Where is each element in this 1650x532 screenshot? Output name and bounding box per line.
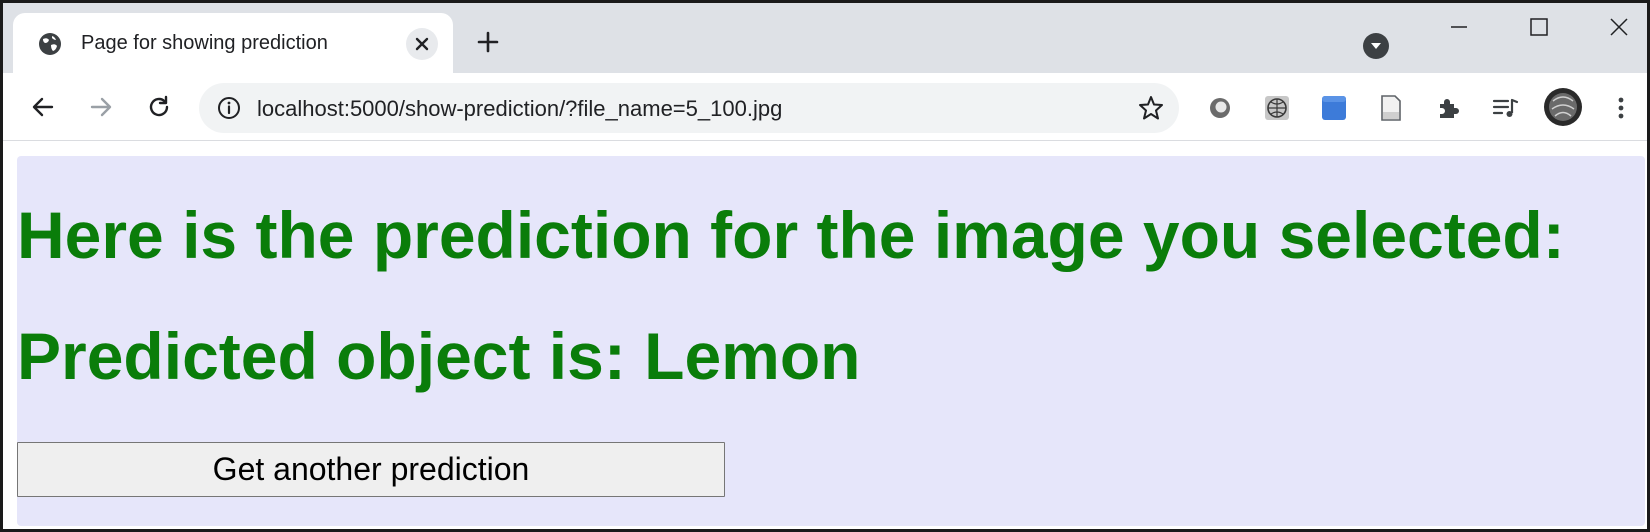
- circle-extension-icon[interactable]: [1205, 93, 1235, 123]
- profile-avatar[interactable]: [1543, 87, 1583, 127]
- arrow-right-icon[interactable]: [83, 89, 119, 125]
- address-bar[interactable]: localhost:5000/show-prediction/?file_nam…: [199, 83, 1179, 133]
- star-icon[interactable]: [1137, 94, 1165, 122]
- tab-strip: Page for showing prediction: [3, 3, 1647, 73]
- chevron-down-icon[interactable]: [1363, 33, 1389, 59]
- puzzle-icon[interactable]: [1433, 93, 1463, 123]
- plus-icon[interactable]: [473, 27, 503, 57]
- document-extension-icon[interactable]: [1376, 93, 1406, 123]
- blue-square-extension-icon[interactable]: [1319, 93, 1349, 123]
- browser-window: Page for showing prediction localhost:50…: [0, 0, 1650, 532]
- tab-active[interactable]: Page for showing prediction: [13, 13, 453, 73]
- url-text[interactable]: localhost:5000/show-prediction/?file_nam…: [257, 96, 782, 122]
- page-content: Here is the prediction for the image you…: [17, 156, 1645, 526]
- globe-extension-icon[interactable]: [1262, 93, 1292, 123]
- get-another-prediction-button[interactable]: Get another prediction: [17, 442, 725, 497]
- close-icon[interactable]: [406, 28, 438, 60]
- prediction-result: Predicted object is: Lemon: [17, 319, 861, 393]
- window-close-icon[interactable]: [1599, 11, 1639, 43]
- maximize-icon[interactable]: [1519, 11, 1559, 43]
- tab-title: Page for showing prediction: [81, 32, 328, 54]
- globe-icon: [37, 31, 63, 57]
- arrow-left-icon[interactable]: [25, 89, 61, 125]
- browser-toolbar: localhost:5000/show-prediction/?file_nam…: [3, 73, 1647, 141]
- page-heading: Here is the prediction for the image you…: [17, 198, 1565, 272]
- reload-icon[interactable]: [141, 89, 177, 125]
- info-icon[interactable]: [217, 96, 241, 120]
- kebab-menu-icon[interactable]: [1606, 93, 1636, 123]
- minimize-icon[interactable]: [1439, 11, 1479, 43]
- media-playlist-icon[interactable]: [1490, 93, 1520, 123]
